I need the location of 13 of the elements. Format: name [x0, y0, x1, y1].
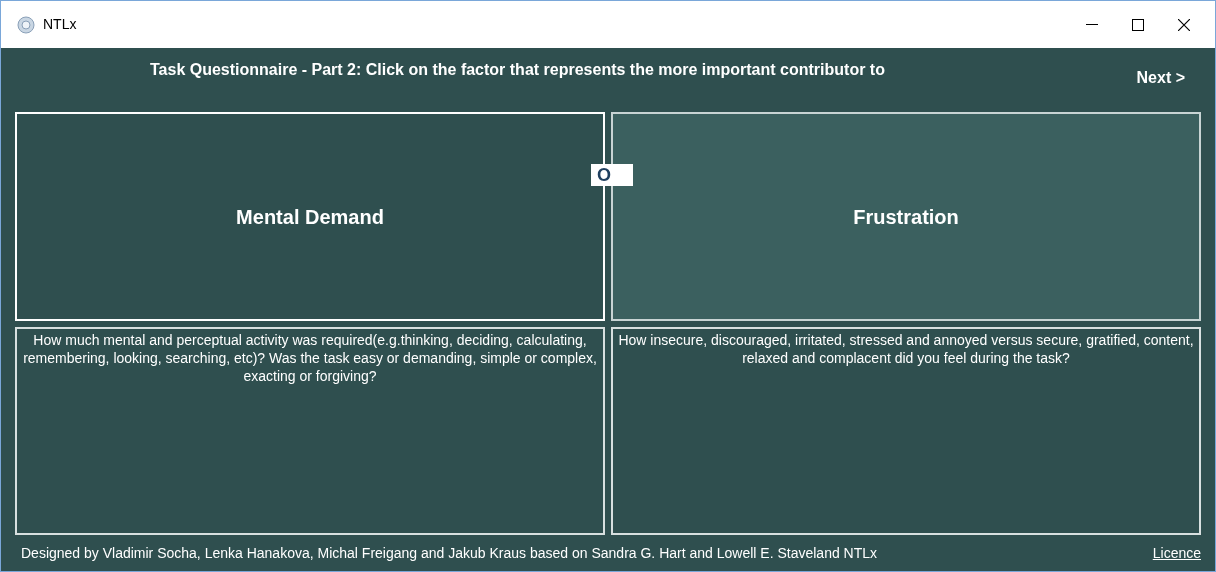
description-box: How much mental and perceptual activity was required(e.g.thinking, deciding, calculating, remembering, looking, searching, etc)? Was the task easy or demanding, simple or complex, exacting or forgiving?	[15, 327, 605, 535]
maximize-icon	[1132, 18, 1144, 31]
window-title: NTLx	[43, 15, 77, 34]
minimize-icon	[1086, 23, 1098, 26]
credits-text: Designed by Vladimir Socha, Lenka Hanakova, Michal Freigang and Jakub Kraus based on Sandra G. Hart and Lowell E. Staveland NTLx	[21, 544, 878, 563]
choice-marker: O	[591, 164, 633, 186]
app-icon	[17, 15, 35, 34]
next-button[interactable]: Next >	[1136, 66, 1185, 90]
description-box: How insecure, discouraged, irritated, stressed and annoyed versus secure, gratified, content, relaxed and complacent did you feel during the task?	[611, 327, 1201, 535]
instruction-text: Task Questionnaire - Part 2: Click on the factor that represents the more important contributor to	[150, 60, 885, 80]
factor-button[interactable]: Frustration	[611, 112, 1201, 321]
close-icon	[1178, 18, 1190, 31]
licence-link[interactable]: Licence	[1152, 543, 1201, 564]
